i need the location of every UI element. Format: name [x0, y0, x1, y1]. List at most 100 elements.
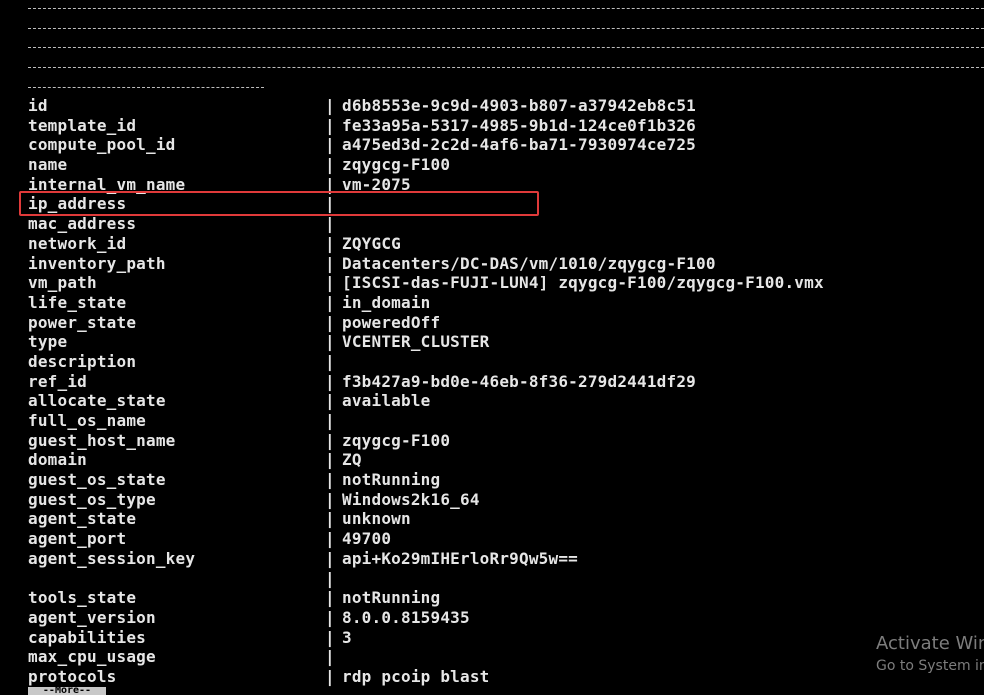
field-name: description — [28, 351, 137, 371]
field-value: api+Ko29mIHErloRr9Qw5w== — [342, 548, 578, 568]
table-row: agent_state | unknown — [0, 509, 984, 529]
field-name: max_cpu_usage — [28, 647, 156, 667]
terminal-screen[interactable]: id | d6b8553e-9c9d-4903-b807-a37942eb8c51 t… — [0, 0, 984, 695]
field-value: VCENTER_CLUSTER — [342, 332, 490, 352]
field-name: life_state — [28, 292, 127, 312]
table-row: max_cpu_usage | — [0, 647, 984, 667]
field-value: poweredOff — [342, 312, 441, 332]
table-row: power_state | poweredOff — [0, 313, 984, 333]
column-separator: | — [325, 489, 335, 509]
field-value: in_domain — [342, 292, 431, 312]
field-name: protocols — [28, 666, 117, 686]
field-value: fe33a95a-5317-4985-9b1d-124ce0f1b326 — [342, 115, 696, 135]
column-separator: | — [325, 155, 335, 175]
table-row: ref_id | f3b427a9-bd0e-46eb-8f36-279d2441d… — [0, 372, 984, 392]
field-value: notRunning — [342, 470, 441, 490]
column-separator: | — [325, 292, 335, 312]
table-divider-line — [28, 47, 984, 48]
field-value: vm-2075 — [342, 174, 411, 194]
field-name: name — [28, 155, 68, 175]
field-value: ZQYGCG — [342, 233, 401, 253]
field-name: ref_id — [28, 371, 87, 391]
field-name: power_state — [28, 312, 137, 332]
field-name: inventory_path — [28, 253, 166, 273]
table-row: guest_host_name | zqygcg-F100 — [0, 431, 984, 451]
field-value: 3 — [342, 627, 352, 647]
field-name: mac_address — [28, 214, 137, 234]
column-separator: | — [325, 253, 335, 273]
field-name: agent_version — [28, 607, 156, 627]
field-value: available — [342, 391, 431, 411]
field-name: ip_address — [28, 194, 127, 214]
table-row: name | zqygcg-F100 — [0, 155, 984, 175]
field-name: id — [28, 96, 48, 115]
column-separator: | — [325, 430, 335, 450]
column-separator: | — [325, 529, 335, 549]
field-value: notRunning — [342, 588, 441, 608]
field-name: agent_port — [28, 529, 127, 549]
more-prompt[interactable]: --More-- — [28, 687, 106, 695]
field-name: allocate_state — [28, 391, 166, 411]
field-value: Windows2k16_64 — [342, 489, 480, 509]
table-row: allocate_state | available — [0, 391, 984, 411]
field-name: guest_os_type — [28, 489, 156, 509]
column-separator: | — [325, 96, 335, 115]
field-name: full_os_name — [28, 411, 146, 430]
table-row: internal_vm_name | vm-2075 — [0, 175, 984, 195]
table-row: tools_state | notRunning — [0, 588, 984, 608]
column-separator: | — [325, 273, 335, 293]
column-separator: | — [325, 194, 335, 214]
column-separator: | — [325, 548, 335, 568]
field-value: [ISCSI-das-FUJI-LUN4] zqygcg-F100/zqygcg… — [342, 273, 824, 293]
watermark-subtitle: Go to System in Control Panel to activat… — [876, 658, 984, 674]
table-row: id | d6b8553e-9c9d-4903-b807-a37942eb8c51 — [0, 96, 984, 116]
column-separator: | — [325, 115, 335, 135]
field-value: f3b427a9-bd0e-46eb-8f36-279d2441df29 — [342, 371, 696, 391]
table-divider-line — [28, 87, 264, 88]
column-separator: | — [325, 371, 335, 391]
field-name: vm_path — [28, 273, 97, 293]
column-separator: | — [325, 568, 335, 588]
table-row: type | VCENTER_CLUSTER — [0, 332, 984, 352]
field-value: 49700 — [342, 529, 392, 549]
field-name: agent_state — [28, 509, 137, 529]
column-separator: | — [325, 411, 335, 430]
table-row: full_os_name | — [0, 411, 984, 431]
table-row: compute_pool_id | a475ed3d-2c2d-4af6-ba71-… — [0, 135, 984, 155]
table-row: description | — [0, 352, 984, 372]
activate-windows-watermark: Activate Windows Go to System in Control… — [876, 633, 984, 675]
field-value: 8.0.0.8159435 — [342, 607, 470, 627]
table-row: vm_path | [ISCSI-das-FUJI-LUN4] zqygcg-F10… — [0, 273, 984, 293]
column-separator: | — [325, 666, 335, 686]
field-value: zqygcg-F100 — [342, 155, 451, 175]
table-row: guest_os_type | Windows2k16_64 — [0, 490, 984, 510]
field-value: unknown — [342, 509, 411, 529]
watermark-title: Activate Windows — [876, 633, 984, 654]
column-separator: | — [325, 607, 335, 627]
table-row: agent_version | 8.0.0.8159435 — [0, 608, 984, 628]
field-name: capabilities — [28, 627, 146, 647]
column-separator: | — [325, 588, 335, 608]
field-name: guest_host_name — [28, 430, 176, 450]
column-separator: | — [325, 135, 335, 155]
table-divider-line — [28, 67, 984, 68]
column-separator: | — [325, 174, 335, 194]
table-row: agent_session_key | api+Ko29mIHErloRr9Qw5w… — [0, 549, 984, 569]
table-row: template_id | fe33a95a-5317-4985-9b1d-124c… — [0, 116, 984, 136]
field-name: type — [28, 332, 68, 352]
table-row: inventory_path | Datacenters/DC-DAS/vm/101… — [0, 254, 984, 274]
table-row: life_state | in_domain — [0, 293, 984, 313]
field-value: zqygcg-F100 — [342, 430, 451, 450]
column-separator: | — [325, 312, 335, 332]
table-row: mac_address | — [0, 214, 984, 234]
table-row: ip_address | — [0, 194, 984, 214]
field-value: rdp pcoip blast — [342, 666, 490, 686]
table-row: | — [0, 569, 984, 589]
field-name: guest_os_state — [28, 470, 166, 490]
table-row: guest_os_state | notRunning — [0, 470, 984, 490]
table-row: agent_port | 49700 — [0, 529, 984, 549]
column-separator: | — [325, 351, 335, 371]
vm-properties-table: id | d6b8553e-9c9d-4903-b807-a37942eb8c51 t… — [0, 96, 984, 687]
field-name: domain — [28, 450, 87, 470]
field-name: template_id — [28, 115, 137, 135]
